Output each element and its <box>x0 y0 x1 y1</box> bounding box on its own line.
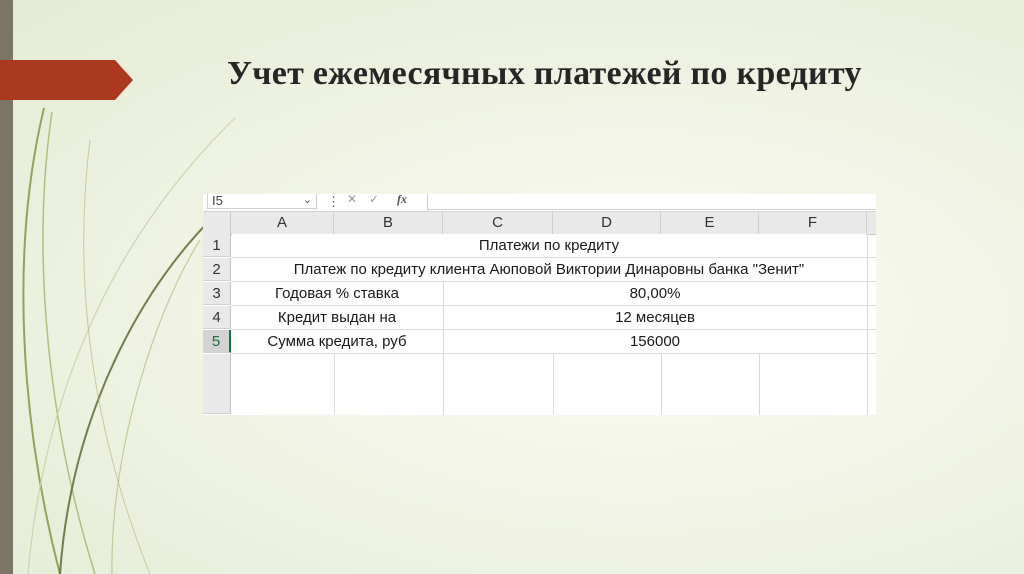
gridline <box>231 353 876 354</box>
row-header-1[interactable]: 1 <box>203 234 231 257</box>
cell-label-amount[interactable]: Сумма кредита, руб <box>232 330 442 353</box>
cancel-icon[interactable]: ✕ <box>347 194 357 206</box>
cell-label-term[interactable]: Кредит выдан на <box>232 306 442 329</box>
cell-merged-title[interactable]: Платежи по кредиту <box>232 234 866 257</box>
formula-buttons: ✕ ✓ fx <box>341 194 421 209</box>
row-header-6[interactable] <box>203 354 231 414</box>
confirm-icon[interactable]: ✓ <box>369 194 379 206</box>
name-box-value: I5 <box>212 194 223 208</box>
select-all-corner[interactable] <box>203 212 231 234</box>
row-header-4[interactable]: 4 <box>203 306 231 329</box>
gridline <box>867 234 868 415</box>
cell-merged-subtitle[interactable]: Платеж по кредиту клиента Аюповой Виктор… <box>232 258 866 281</box>
cell-value-rate[interactable]: 80,00% <box>444 282 866 305</box>
insert-function-icon[interactable]: fx <box>397 194 407 206</box>
cell-value-term[interactable]: 12 месяцев <box>444 306 866 329</box>
column-header-c[interactable]: C <box>443 212 553 234</box>
chevron-down-icon[interactable]: ⌄ <box>303 194 312 207</box>
column-header-f[interactable]: F <box>759 212 867 234</box>
row-header-2[interactable]: 2 <box>203 258 231 281</box>
spreadsheet-screenshot: I5 ⌄ ⋮ ✕ ✓ fx A B C D E F 1 2 3 4 5 Плат… <box>203 194 876 415</box>
row-header-5[interactable]: 5 <box>203 330 231 353</box>
formula-bar: I5 ⌄ ⋮ ✕ ✓ fx <box>203 194 876 212</box>
name-box[interactable]: I5 ⌄ <box>207 194 317 209</box>
slide-title: Учет ежемесячных платежей по кредиту <box>227 55 862 92</box>
row-header-3[interactable]: 3 <box>203 282 231 305</box>
column-header-a[interactable]: A <box>231 212 334 234</box>
cell-value-amount[interactable]: 156000 <box>444 330 866 353</box>
formula-input[interactable] <box>427 194 876 210</box>
column-header-d[interactable]: D <box>553 212 661 234</box>
column-header-e[interactable]: E <box>661 212 759 234</box>
column-header-row: A B C D E F <box>203 212 876 235</box>
cell-label-rate[interactable]: Годовая % ставка <box>232 282 442 305</box>
column-header-b[interactable]: B <box>334 212 443 234</box>
formula-bar-separator: ⋮ <box>327 194 340 209</box>
title-arrow-marker <box>0 60 133 100</box>
